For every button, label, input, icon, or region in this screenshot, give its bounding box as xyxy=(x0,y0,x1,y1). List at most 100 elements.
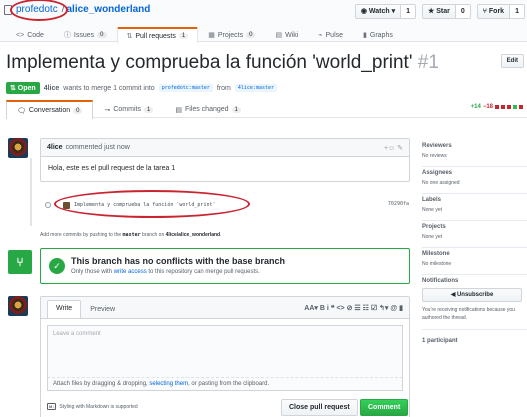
pr-comment: 4lice commented just now +☺ ✎ Hola, este… xyxy=(40,138,410,182)
pr-meta: ⇅ Open 4lice wants to merge 1 commit int… xyxy=(6,82,278,94)
nav-projects-count: 0 xyxy=(246,32,256,38)
nav-graphs[interactable]: ▮ Graphs xyxy=(353,27,403,42)
deletions-count: −18 xyxy=(482,104,493,110)
fork-count[interactable]: 1 xyxy=(510,4,525,19)
commit-sha-link[interactable]: 70290fa xyxy=(388,201,409,207)
fork-button[interactable]: ⑂ Fork xyxy=(476,4,511,19)
nav-projects-label: Projects xyxy=(217,31,244,39)
tab-files-changed[interactable]: ▤ Files changed 1 xyxy=(164,100,252,118)
push-note: Add more commits by pushing to the maste… xyxy=(40,232,222,238)
watch-group: ◉ Watch ▾ 1 xyxy=(354,4,417,19)
sidebar-milestone: Milestone No milestone xyxy=(422,248,527,275)
pr-number: #1 xyxy=(417,52,439,73)
comment-textarea[interactable]: Leave a comment xyxy=(47,325,403,377)
repo-title: profedotc / alice_wonderland xyxy=(4,0,150,21)
nav-pull-requests-label: Pull requests xyxy=(135,32,176,40)
nav-wiki[interactable]: ▤ Wiki xyxy=(265,27,308,42)
attach-prefix: Attach files by dragging & dropping, xyxy=(53,381,148,387)
commit-dot-icon xyxy=(45,202,51,208)
diffstat-block xyxy=(501,105,505,109)
comment-timestamp: commented just now xyxy=(65,144,130,151)
comment-header: 4lice commented just now +☺ ✎ xyxy=(41,139,409,157)
watch-button[interactable]: ◉ Watch ▾ xyxy=(354,4,402,19)
markdown-icon: M↓ xyxy=(47,403,57,410)
close-pull-request-button[interactable]: Close pull request xyxy=(281,399,358,416)
sidebar-assignees-title[interactable]: Assignees xyxy=(422,170,527,176)
nav-projects[interactable]: ▦ Projects 0 xyxy=(198,27,265,42)
sidebar-assignees-value: No one assigned xyxy=(422,180,460,186)
repo-owner-link[interactable]: profedotc xyxy=(10,0,68,21)
nav-pull-requests-count: 1 xyxy=(178,33,189,39)
nav-issues[interactable]: ⓘ Issues 0 xyxy=(54,27,117,42)
repo-nav: <> Code ⓘ Issues 0 ⇅ Pull requests 1 ▦ P… xyxy=(6,27,403,43)
sidebar-milestone-title[interactable]: Milestone xyxy=(422,251,527,257)
book-icon: ▤ xyxy=(275,32,283,39)
code-icon: <> xyxy=(16,31,25,39)
base-branch-ref: profedotc:master xyxy=(158,84,213,92)
pr-title: Implementa y comprueba la función 'world… xyxy=(6,52,439,74)
comment-icon: 🗨 xyxy=(17,107,26,115)
nav-issues-count: 0 xyxy=(97,32,107,38)
write-access-link[interactable]: write access xyxy=(114,269,147,275)
tab-conversation-label: Conversation xyxy=(28,107,71,114)
tab-write[interactable]: Write xyxy=(47,300,82,318)
watch-count[interactable]: 1 xyxy=(401,4,417,19)
diffstat: +14 −18 xyxy=(471,104,523,110)
attach-files-bar[interactable]: Attach files by dragging & dropping, sel… xyxy=(47,377,403,391)
star-count[interactable]: 0 xyxy=(455,4,471,19)
markdown-toolbar[interactable]: AA▾ B i ❝ <> ⊘ ☰ ☷ ☑ ↰▾ @ ▮ xyxy=(304,304,403,312)
avatar[interactable] xyxy=(8,138,28,158)
unsubscribe-button[interactable]: ◀ Unsubscribe xyxy=(422,288,522,302)
nav-pull-requests[interactable]: ⇅ Pull requests 1 xyxy=(116,27,199,43)
reaction-edit-icon[interactable]: +☺ ✎ xyxy=(384,144,403,152)
head-branch-ref: 4lice:master xyxy=(234,84,278,92)
pull-request-icon: ⇅ xyxy=(126,33,133,40)
commit-icon: ⊸ xyxy=(104,106,111,114)
pr-meta-text: wants to merge 1 commit into xyxy=(63,84,155,92)
tab-conversation-count: 0 xyxy=(73,107,83,114)
pagehead-actions: ◉ Watch ▾ 1 ★ Star 0 ⑂ Fork 1 xyxy=(354,4,525,19)
star-group: ★ Star 0 xyxy=(422,4,471,19)
tab-preview[interactable]: Preview xyxy=(81,301,124,318)
markdown-note-text[interactable]: Styling with Markdown is supported xyxy=(59,404,137,410)
fork-group: ⑂ Fork 1 xyxy=(476,4,525,19)
nav-code[interactable]: <> Code xyxy=(6,27,54,42)
repo-header: profedotc / alice_wonderland ◉ Watch ▾ 1… xyxy=(0,0,527,43)
sidebar-labels-title[interactable]: Labels xyxy=(422,197,527,203)
sidebar-reviewers-value: No reviews xyxy=(422,153,447,159)
sidebar-projects-title[interactable]: Projects xyxy=(422,224,527,230)
nav-issues-label: Issues xyxy=(73,31,95,39)
tab-commits[interactable]: ⊸ Commits 1 xyxy=(93,100,164,118)
comment-body: Hola, este es el pull request de la tare… xyxy=(48,165,176,172)
participants-count: 1 participant xyxy=(422,338,458,344)
sidebar-labels: Labels None yet xyxy=(422,194,527,221)
nav-wiki-label: Wiki xyxy=(285,31,299,39)
markdown-note: M↓ Styling with Markdown is supported xyxy=(47,403,138,410)
star-button[interactable]: ★ Star xyxy=(422,4,456,19)
comment-button[interactable]: Comment xyxy=(360,399,409,416)
diffstat-block xyxy=(495,105,499,109)
pr-author-link[interactable]: 4lice xyxy=(44,85,60,92)
sidebar-notifications: Notifications ◀ Unsubscribe You’re recei… xyxy=(422,275,527,330)
push-note-prefix: Add more commits by pushing to the xyxy=(40,232,122,238)
select-files-link[interactable]: selecting them xyxy=(149,381,188,387)
issue-icon: ⓘ xyxy=(63,32,71,39)
repo-name-link[interactable]: alice_wonderland xyxy=(66,4,150,15)
edit-title-button[interactable]: Edit xyxy=(500,54,524,68)
attach-suffix: , or pasting from the clipboard. xyxy=(188,381,270,387)
nav-pulse[interactable]: ⌁ Pulse xyxy=(308,27,353,42)
push-note-branch: master xyxy=(122,232,141,238)
tab-commits-label: Commits xyxy=(113,106,141,113)
pr-sidebar: Reviewers No reviews Assignees No one as… xyxy=(422,140,527,348)
graph-icon: ▮ xyxy=(363,32,367,39)
sidebar-projects-value: None yet xyxy=(422,234,443,240)
pr-tabs: 🗨 Conversation 0 ⊸ Commits 1 ▤ Files cha… xyxy=(6,100,527,119)
comment-author-link[interactable]: 4lice xyxy=(47,144,63,151)
tab-files-changed-label: Files changed xyxy=(184,106,229,113)
push-note-middle: branch on xyxy=(142,232,165,238)
merge-status-title: This branch has no conflicts with the ba… xyxy=(71,256,286,266)
sidebar-reviewers-title[interactable]: Reviewers xyxy=(422,143,527,149)
project-icon: ▦ xyxy=(208,32,215,39)
avatar[interactable] xyxy=(8,296,28,316)
tab-conversation[interactable]: 🗨 Conversation 0 xyxy=(6,100,94,119)
